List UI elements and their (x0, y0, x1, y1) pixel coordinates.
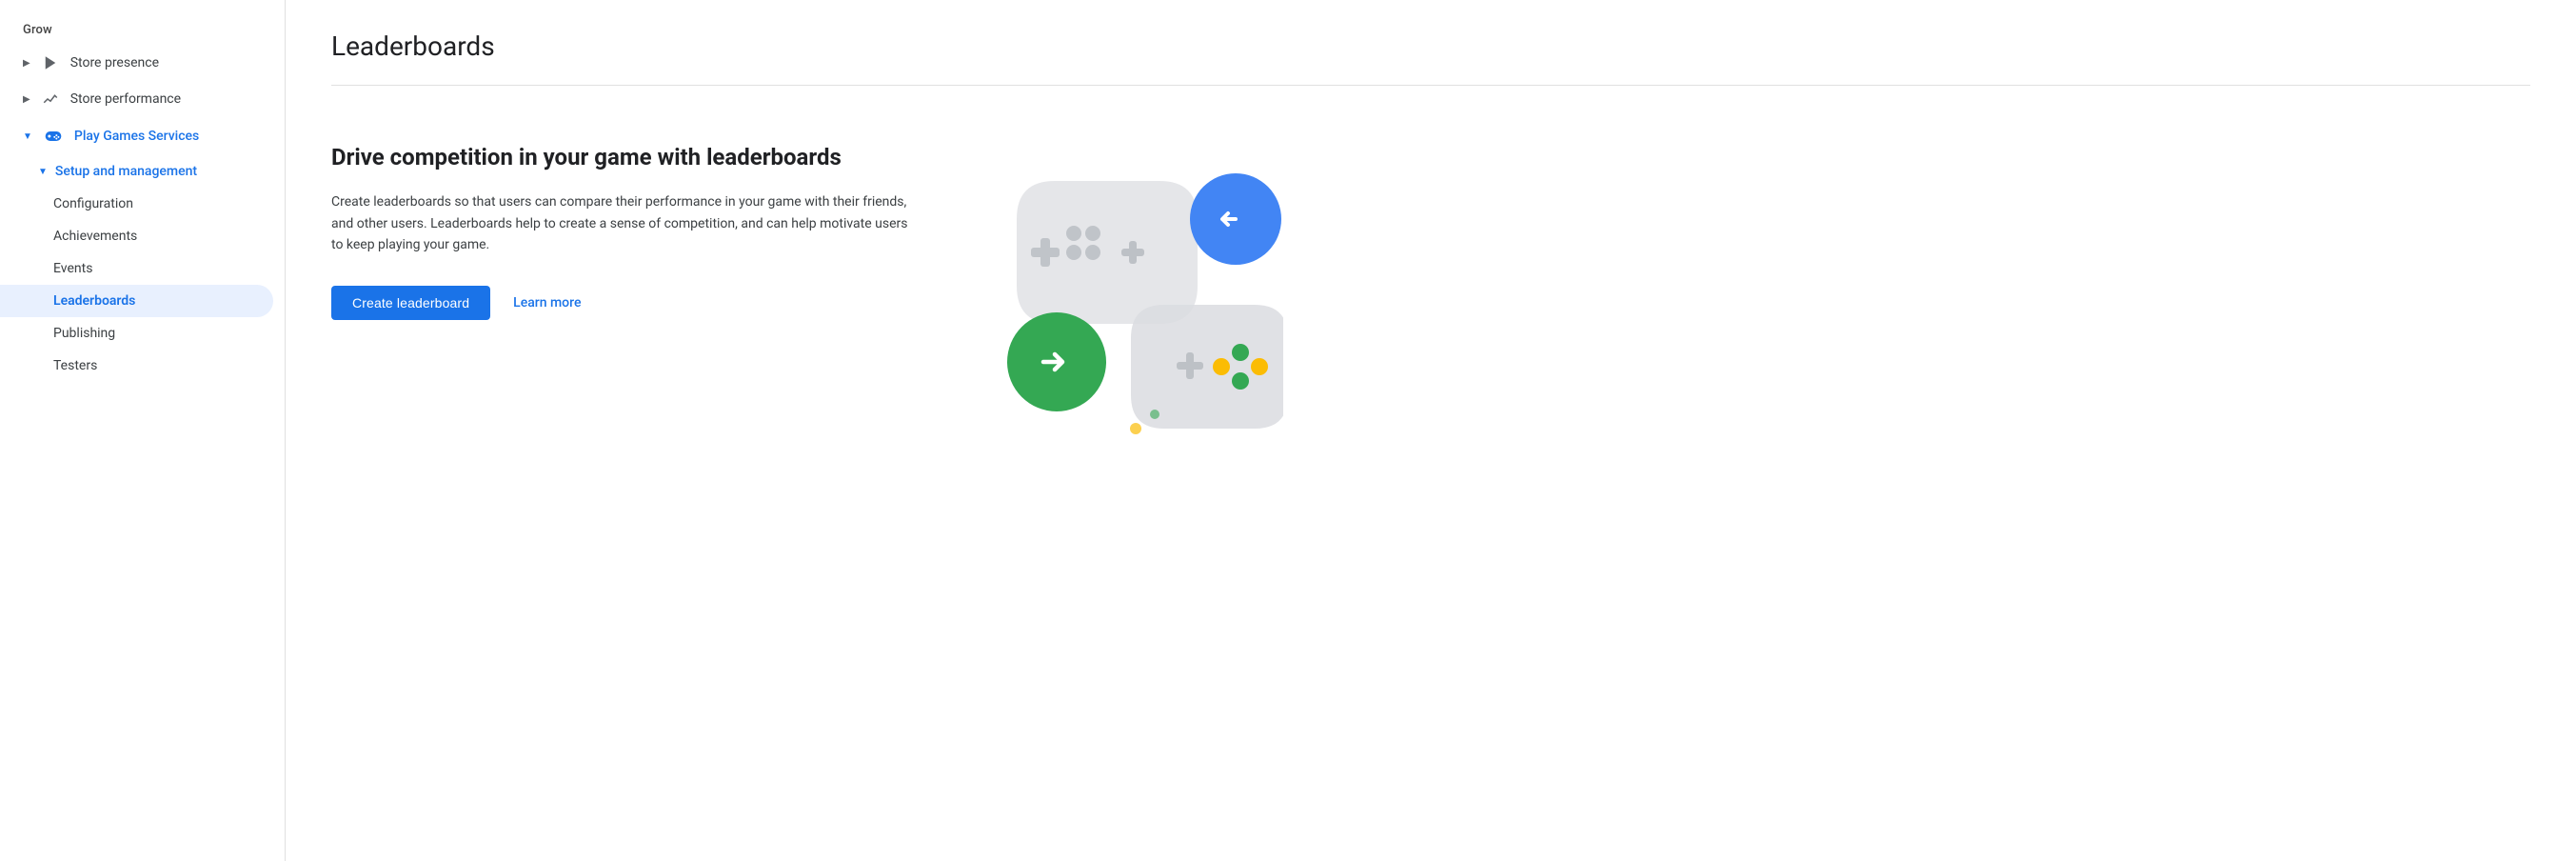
sidebar-subitem-publishing[interactable]: Publishing (0, 317, 273, 350)
setup-management-group[interactable]: ▼ Setup and management (0, 155, 285, 188)
publishing-label: Publishing (53, 326, 115, 341)
configuration-label: Configuration (53, 196, 133, 211)
content-section: Drive competition in your game with lead… (331, 143, 2530, 467)
achievements-label: Achievements (53, 229, 137, 244)
content-heading: Drive competition in your game with lead… (331, 143, 921, 172)
sidebar-subitem-leaderboards[interactable]: Leaderboards (0, 285, 273, 317)
sidebar-subitem-achievements[interactable]: Achievements (0, 220, 273, 252)
title-divider (331, 85, 2530, 86)
store-performance-label: Store performance (70, 91, 181, 107)
sidebar-subitem-configuration[interactable]: Configuration (0, 188, 273, 220)
illustration-svg (979, 143, 1283, 448)
sidebar-item-store-presence[interactable]: ▶ Store presence (0, 45, 273, 81)
sidebar: Grow ▶ Store presence ▶ Store performanc… (0, 0, 286, 861)
main-content: Leaderboards Drive competition in your g… (286, 0, 2576, 861)
expanded-arrow-icon: ▼ (23, 131, 32, 142)
leaderboards-label: Leaderboards (53, 293, 135, 309)
collapse-arrow-icon-2: ▶ (23, 94, 30, 105)
button-row: Create leaderboard Learn more (331, 286, 921, 320)
page-title: Leaderboards (331, 30, 2530, 62)
trend-icon (42, 90, 59, 108)
play-games-services-label: Play Games Services (74, 129, 199, 144)
sidebar-subitem-events[interactable]: Events (0, 252, 273, 285)
learn-more-link[interactable]: Learn more (513, 295, 581, 310)
play-icon (42, 54, 59, 71)
collapse-arrow-icon: ▶ (23, 58, 30, 69)
subgroup-arrow-icon: ▼ (38, 167, 48, 177)
sidebar-item-play-games-services[interactable]: ▼ Play Games Services (0, 117, 273, 155)
events-label: Events (53, 261, 92, 276)
create-leaderboard-button[interactable]: Create leaderboard (331, 286, 490, 320)
gamepad-icon (44, 127, 63, 146)
sidebar-subitem-testers[interactable]: Testers (0, 350, 273, 382)
testers-label: Testers (53, 358, 97, 373)
content-body: Create leaderboards so that users can co… (331, 191, 921, 255)
store-presence-label: Store presence (70, 55, 159, 70)
content-text-area: Drive competition in your game with lead… (331, 143, 921, 320)
sidebar-section-label: Grow (0, 15, 285, 45)
setup-management-label: Setup and management (55, 164, 197, 179)
sidebar-item-store-performance[interactable]: ▶ Store performance (0, 81, 273, 117)
illustration (979, 143, 1283, 467)
